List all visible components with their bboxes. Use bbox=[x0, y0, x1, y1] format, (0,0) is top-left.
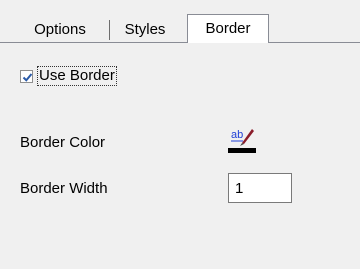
use-border-row[interactable]: Use Border bbox=[20, 65, 117, 87]
svg-text:ab: ab bbox=[231, 129, 243, 141]
tab-border[interactable]: Border bbox=[187, 14, 269, 43]
border-color-swatch bbox=[228, 148, 256, 153]
border-settings-panel: Use Border Border Color ab Border Width bbox=[0, 43, 360, 269]
checkmark-icon bbox=[22, 72, 33, 82]
border-color-label: Border Color bbox=[20, 134, 106, 151]
use-border-checkbox[interactable] bbox=[20, 69, 33, 83]
tab-styles[interactable]: Styles bbox=[113, 18, 177, 42]
border-width-input[interactable] bbox=[228, 173, 292, 203]
use-border-label[interactable]: Use Border bbox=[37, 66, 117, 86]
tab-options[interactable]: Options bbox=[22, 18, 98, 42]
tab-strip: Options Styles Border bbox=[0, 0, 360, 43]
border-width-label: Border Width bbox=[20, 180, 108, 197]
border-color-button[interactable]: ab bbox=[228, 124, 256, 156]
tab-separator bbox=[109, 20, 110, 40]
spell-check-color-icon: ab bbox=[231, 129, 254, 146]
